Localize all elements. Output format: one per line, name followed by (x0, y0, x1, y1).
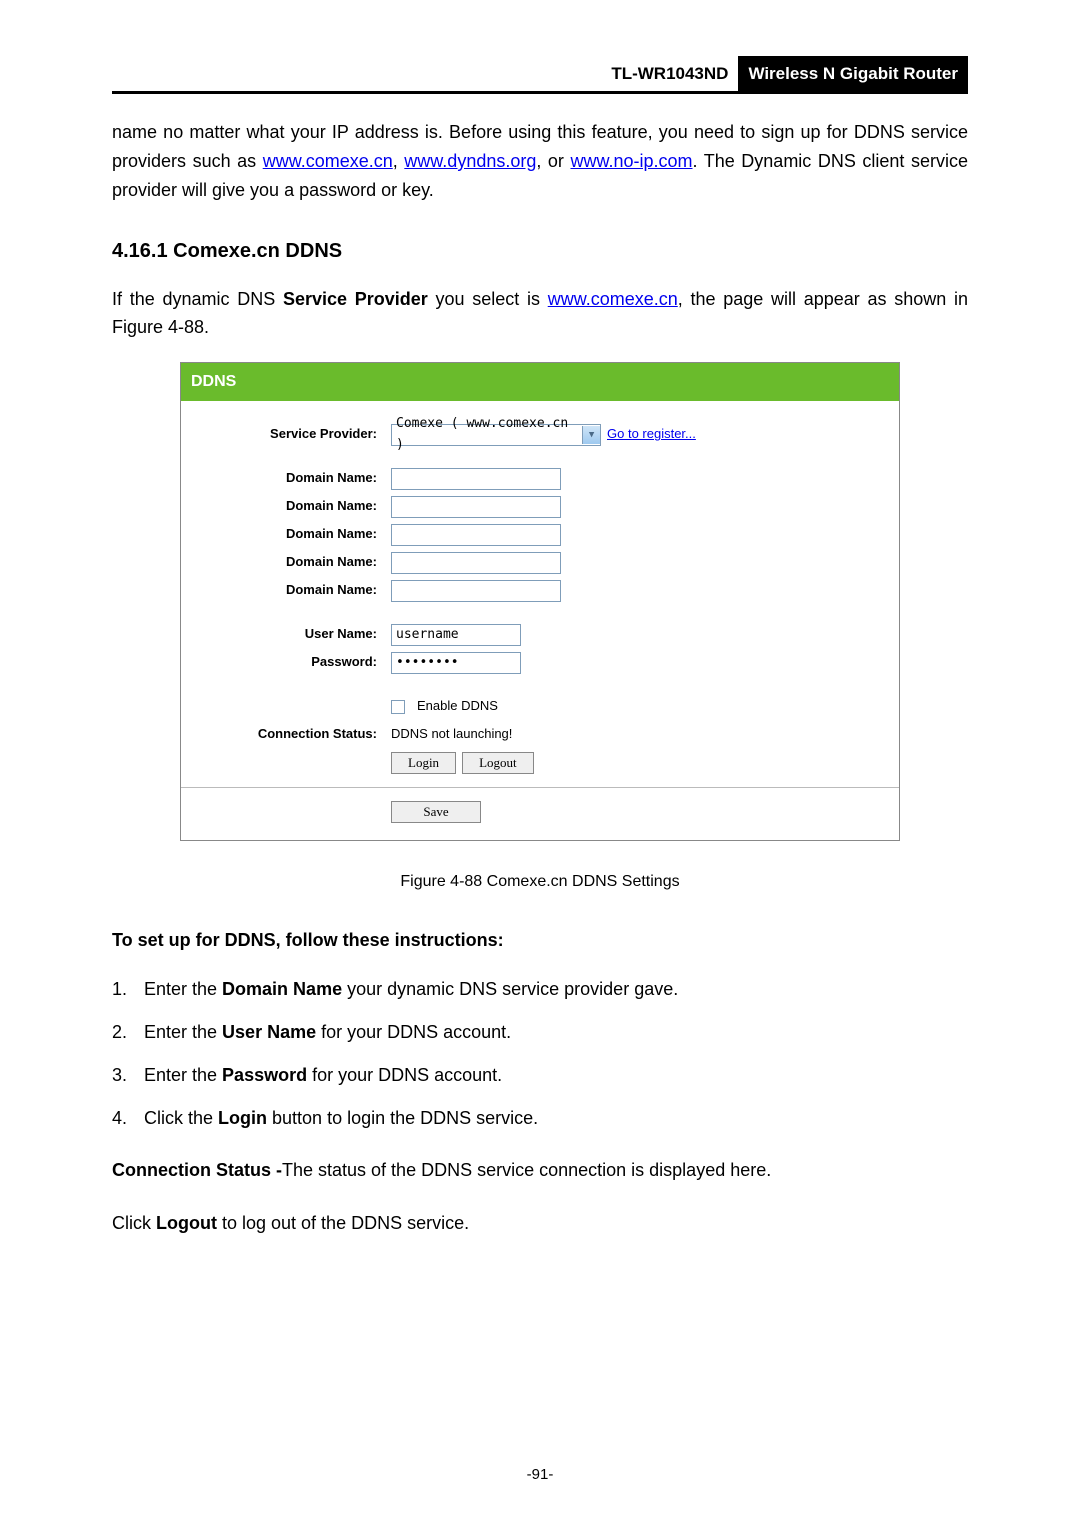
conn-status-bold: Connection Status - (112, 1160, 282, 1180)
item-num: 4. (112, 1104, 144, 1133)
sec-text-2: you select is (428, 289, 548, 309)
page-number: -91- (0, 1463, 1080, 1487)
ddns-figure: DDNS Service Provider: Comexe ( www.come… (180, 362, 900, 841)
intro-sep-2: , or (536, 151, 570, 171)
list-item: 3. Enter the Password for your DDNS acco… (112, 1061, 968, 1090)
connection-status-desc: Connection Status -The status of the DDN… (112, 1156, 968, 1185)
enable-ddns-checkbox[interactable] (391, 700, 405, 714)
conn-status-text: The status of the DDNS service connectio… (282, 1160, 771, 1180)
instructions-heading: To set up for DDNS, follow these instruc… (112, 926, 968, 955)
link-comexe[interactable]: www.comexe.cn (263, 151, 393, 171)
item-num: 1. (112, 975, 144, 1004)
label-domain-1: Domain Name: (191, 468, 391, 489)
sec-bold-1: Service Provider (283, 289, 428, 309)
logout-post: to log out of the DDNS service. (217, 1213, 469, 1233)
logout-pre: Click (112, 1213, 156, 1233)
figure-title: DDNS (181, 363, 899, 401)
enable-ddns-label: Enable DDNS (417, 696, 498, 717)
domain-input-2[interactable] (391, 496, 561, 518)
domain-input-5[interactable] (391, 580, 561, 602)
service-provider-select[interactable]: Comexe ( www.comexe.cn ) ▼ (391, 424, 601, 446)
label-service-provider: Service Provider: (191, 424, 391, 445)
list-item: 2. Enter the User Name for your DDNS acc… (112, 1018, 968, 1047)
intro-paragraph: name no matter what your IP address is. … (112, 118, 968, 204)
logout-bold: Logout (156, 1213, 217, 1233)
select-value: Comexe ( www.comexe.cn ) (396, 414, 582, 456)
domain-input-3[interactable] (391, 524, 561, 546)
section-heading: 4.16.1 Comexe.cn DDNS (112, 235, 968, 267)
link-noip[interactable]: www.no-ip.com (570, 151, 692, 171)
doc-header: TL-WR1043ND Wireless N Gigabit Router (112, 56, 968, 94)
section-paragraph: If the dynamic DNS Service Provider you … (112, 285, 968, 343)
logout-desc: Click Logout to log out of the DDNS serv… (112, 1209, 968, 1238)
item-num: 3. (112, 1061, 144, 1090)
label-domain-2: Domain Name: (191, 496, 391, 517)
label-domain-5: Domain Name: (191, 580, 391, 601)
domain-input-4[interactable] (391, 552, 561, 574)
username-input[interactable] (391, 624, 521, 646)
list-item: 4. Click the Login button to login the D… (112, 1104, 968, 1133)
figure-caption: Figure 4-88 Comexe.cn DDNS Settings (112, 869, 968, 895)
instructions-list: 1. Enter the Domain Name your dynamic DN… (112, 975, 968, 1132)
header-product: Wireless N Gigabit Router (738, 56, 968, 91)
list-item: 1. Enter the Domain Name your dynamic DN… (112, 975, 968, 1004)
label-domain-4: Domain Name: (191, 552, 391, 573)
label-domain-3: Domain Name: (191, 524, 391, 545)
domain-input-1[interactable] (391, 468, 561, 490)
intro-sep-1: , (393, 151, 405, 171)
label-password: Password: (191, 652, 391, 673)
sec-text-1: If the dynamic DNS (112, 289, 283, 309)
logout-button[interactable]: Logout (462, 752, 534, 774)
sec-link[interactable]: www.comexe.cn (548, 289, 678, 309)
password-input[interactable] (391, 652, 521, 674)
conn-status-value: DDNS not launching! (391, 724, 512, 745)
label-username: User Name: (191, 624, 391, 645)
label-conn-status: Connection Status: (191, 724, 391, 745)
register-link[interactable]: Go to register... (607, 424, 696, 445)
chevron-down-icon: ▼ (582, 426, 600, 444)
login-button[interactable]: Login (391, 752, 456, 774)
header-model: TL-WR1043ND (601, 56, 738, 91)
link-dyndns[interactable]: www.dyndns.org (404, 151, 536, 171)
save-button[interactable]: Save (391, 801, 481, 823)
item-num: 2. (112, 1018, 144, 1047)
